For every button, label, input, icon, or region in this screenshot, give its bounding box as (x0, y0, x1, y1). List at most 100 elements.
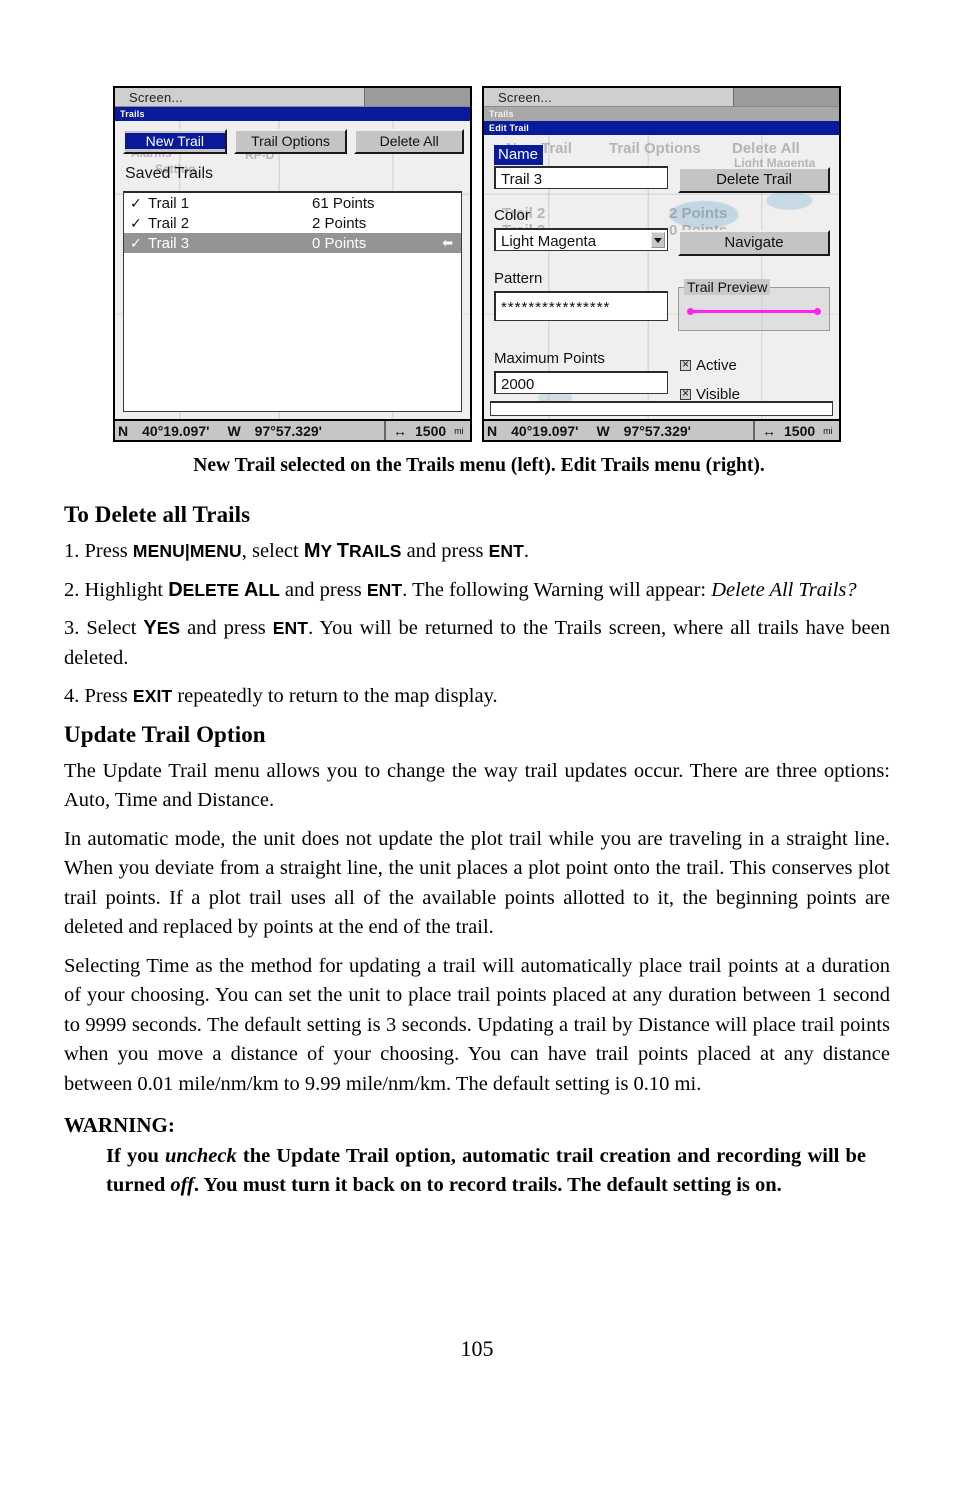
trail-preview-group: Trail Preview (678, 279, 830, 331)
max-points-input[interactable]: 2000 (494, 371, 668, 394)
key-ent: ENT (488, 541, 524, 561)
menu-my-trails: MY TRAILS (303, 540, 402, 562)
page-number: 105 (460, 1336, 494, 1361)
step1-pre: 1. Press (64, 540, 133, 562)
trail-preview-label: Trail Preview (684, 279, 771, 295)
edit-trail-dialog-body: Name Trail 3 Delete Trail Color Light Ma… (484, 135, 839, 418)
trail-options-button[interactable]: Trail Options (233, 129, 348, 154)
trails-button-row: New Trail Trail Options Delete All (123, 129, 465, 154)
range-indicator: ↔ 1500 mi (384, 421, 470, 440)
chevron-down-icon[interactable] (651, 232, 665, 248)
screen-menu-label[interactable]: Screen... (484, 90, 552, 105)
figure-gps-screens: Alarms Setting RP-D Screen... Trails New… (113, 86, 841, 442)
warning-p3: . You must turn it back on to record tra… (193, 1174, 782, 1196)
delete-all-button[interactable]: Delete All (354, 129, 465, 154)
step-2: 2. Highlight DELETE ALL and press ENT. T… (64, 576, 890, 606)
step4-end: repeatedly to return to the map display. (172, 685, 498, 707)
longitude-hemisphere: W (227, 422, 241, 439)
color-select[interactable]: Light Magenta (494, 228, 668, 251)
step3-pre: 3. Select (64, 617, 144, 639)
color-field-label: Color (494, 207, 530, 224)
step2-mid2: . The following Warning will appear: (402, 578, 712, 601)
max-points-field-label: Maximum Points (494, 350, 605, 367)
navigate-button[interactable]: Navigate (678, 230, 830, 256)
checkbox-checked-icon[interactable] (680, 356, 691, 372)
longitude-hemisphere: W (596, 422, 610, 439)
step-1: 1. Press MENU|MENU, select MY TRAILS and… (64, 537, 890, 567)
step-4: 4. Press EXIT repeatedly to return to th… (64, 682, 890, 712)
step1-end: . (523, 540, 529, 562)
dialog-title-trails: Trails (115, 107, 470, 121)
latitude-value: 40°19.097' (511, 422, 579, 439)
table-row[interactable]: ✓ Trail 2 2 Points (124, 213, 461, 233)
range-indicator: ↔ 1500 mi (753, 421, 839, 440)
text-column: To Delete all Trails 1. Press MENU|MENU,… (64, 492, 890, 1200)
menu-yes: YES (143, 617, 181, 639)
key-ent: ENT (272, 618, 309, 638)
checkbox-checked-icon[interactable] (680, 385, 691, 401)
top-bar-stub (364, 88, 470, 106)
latitude-hemisphere: N (487, 422, 498, 439)
trail-name: Trail 3 (148, 234, 190, 252)
step2-mid: and press (279, 578, 367, 601)
menu-delete-all: DELETE ALL (168, 578, 280, 601)
pattern-input[interactable]: **************** (494, 291, 668, 321)
document-page: Alarms Setting RP-D Screen... Trails New… (0, 0, 954, 1487)
section-heading-update-trail: Update Trail Option (64, 721, 266, 747)
active-checkbox-row[interactable]: Active (680, 356, 740, 374)
color-select-value: Light Magenta (501, 233, 597, 250)
trail-check-icon[interactable]: ✓ (130, 215, 148, 232)
latitude-hemisphere: N (118, 422, 129, 439)
trail-points: 0 Points (312, 234, 367, 252)
trail-points: 2 Points (312, 214, 367, 232)
trail-check-icon[interactable]: ✓ (130, 195, 148, 212)
range-unit: mi (823, 425, 833, 436)
screen-menu-label[interactable]: Screen... (115, 90, 183, 105)
step3-mid: and press (180, 617, 273, 639)
status-bar: N 40°19.097' W 97°57.329' ↔ 1500 mi (484, 419, 839, 440)
trail-preview-line (687, 308, 821, 315)
key-menu-2: MENU (189, 541, 242, 561)
bottom-entry-bar[interactable] (490, 401, 833, 416)
delete-trail-button[interactable]: Delete Trail (678, 167, 830, 193)
warning-p1: If you (106, 1145, 165, 1167)
saved-trails-label: Saved Trails (125, 165, 214, 182)
screen-top-bar: Screen... (115, 88, 470, 107)
step2-pre: 2. Highlight (64, 578, 169, 601)
latitude-value: 40°19.097' (142, 422, 210, 439)
gps-screen-trails-menu: Alarms Setting RP-D Screen... Trails New… (113, 86, 472, 442)
step1-mid: , select (241, 540, 304, 562)
new-trail-button[interactable]: New Trail (123, 129, 227, 154)
page-title: To Delete all Trails (64, 502, 251, 527)
range-arrows-icon: ↔ (393, 422, 407, 439)
paragraph-update-trail: The Update Trail menu allows you to chan… (64, 759, 890, 812)
warning-body: If you uncheck the Update Trail option, … (106, 1142, 866, 1200)
step1-mid2: and press (401, 540, 489, 562)
key-menu-1: MENU (132, 541, 185, 561)
figure-caption: New Trail selected on the Trails menu (l… (193, 455, 765, 476)
longitude-value: 97°57.329' (623, 422, 691, 439)
warning-i2: off (170, 1174, 194, 1196)
trail-check-icon[interactable]: ✓ (130, 235, 148, 252)
breadcrumb: Trails (484, 107, 839, 121)
trails-dialog-body: New Trail Trail Options Delete All Saved… (115, 121, 470, 418)
step-3: 3. Select YES and press ENT. You will be… (64, 614, 890, 673)
range-arrows-icon: ↔ (762, 422, 776, 439)
name-input[interactable]: Trail 3 (494, 166, 668, 189)
range-unit: mi (454, 425, 464, 436)
range-value: 1500 (784, 422, 816, 439)
step4-pre: 4. Press (64, 685, 133, 707)
saved-trails-list[interactable]: ✓ Trail 1 61 Points ✓ Trail 2 2 Points ✓… (123, 191, 462, 412)
paragraph-time-distance: Selecting Time as the method for updatin… (64, 954, 890, 1095)
table-row[interactable]: ✓ Trail 1 61 Points (124, 193, 461, 213)
screen-top-bar: Screen... (484, 88, 839, 107)
paragraph-automatic-mode: In automatic mode, the unit does not upd… (64, 827, 890, 939)
gps-screen-edit-trail: New Trail Trail Options Delete All Light… (482, 86, 841, 442)
table-row-selected[interactable]: ✓ Trail 3 0 Points ⬅ (124, 233, 461, 253)
key-ent: ENT (366, 579, 403, 600)
warning-i1: uncheck (165, 1145, 237, 1167)
pattern-field-label: Pattern (494, 270, 543, 287)
status-bar: N 40°19.097' W 97°57.329' ↔ 1500 mi (115, 419, 470, 440)
trail-name: Trail 1 (148, 194, 190, 212)
dialog-title-edit-trail: Edit Trail (484, 121, 839, 135)
